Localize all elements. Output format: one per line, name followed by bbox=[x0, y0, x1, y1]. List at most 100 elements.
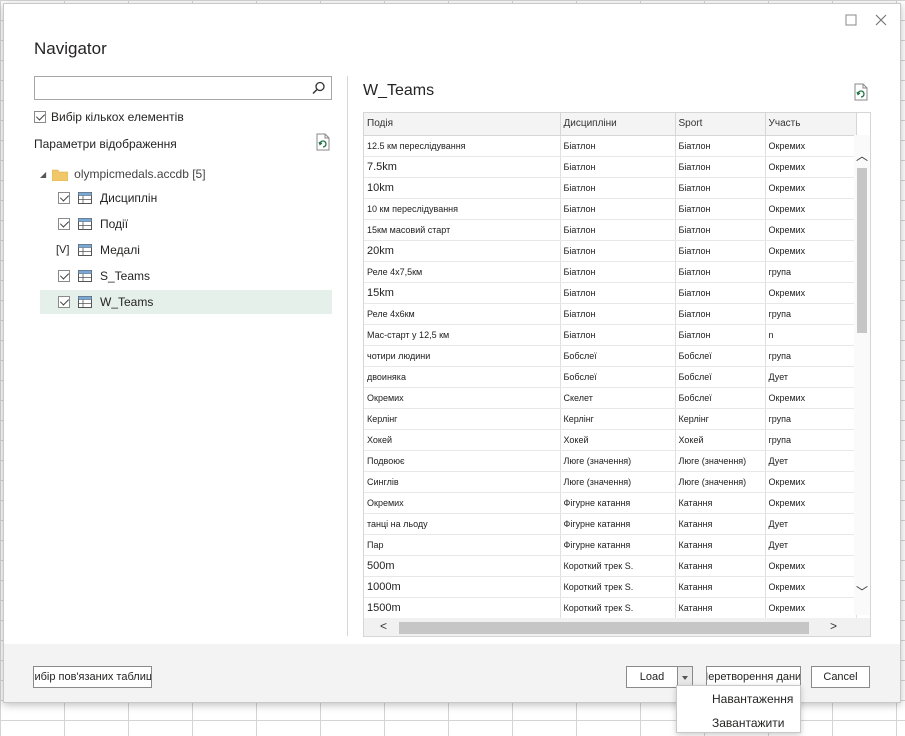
preview-refresh-icon[interactable] bbox=[853, 83, 869, 101]
table-cell: Короткий трек S. bbox=[560, 576, 676, 598]
table-row: танці на льоду Фігурне катання Катання Дует bbox=[364, 513, 857, 535]
tree-item-label: Події bbox=[100, 217, 129, 231]
tree-item-s-teams[interactable]: S_Teams bbox=[40, 264, 332, 288]
select-related-tables-button[interactable]: Вибір пов'язаних таблиць bbox=[33, 666, 152, 688]
table-cell: Окремих bbox=[364, 387, 561, 409]
search-input[interactable] bbox=[34, 76, 332, 100]
load-dropdown-menu: Навантаження Завантажити до... bbox=[676, 685, 801, 733]
tree-item-checkbox[interactable] bbox=[58, 296, 70, 308]
refresh-icon[interactable] bbox=[315, 133, 331, 151]
scroll-left-icon[interactable]: < bbox=[380, 619, 387, 633]
table-icon bbox=[78, 218, 92, 230]
vertical-scrollbar[interactable]: ︿ ﹀ bbox=[854, 135, 870, 615]
table-cell: Фігурне катання bbox=[560, 513, 676, 535]
table-cell: Окремих bbox=[765, 156, 857, 178]
table-cell: Керлінг bbox=[560, 408, 676, 430]
table-cell: Дует bbox=[765, 534, 857, 556]
table-icon bbox=[78, 244, 92, 256]
table-cell: Окремих bbox=[765, 177, 857, 199]
maximize-icon[interactable] bbox=[840, 9, 862, 31]
table-cell: Окремих bbox=[765, 387, 857, 409]
table-row: двоиняка Бобслеї Бобслеї Дует bbox=[364, 366, 857, 388]
table-cell: Біатлон bbox=[675, 324, 766, 346]
table-cell: Окремих bbox=[765, 282, 857, 304]
tree-item-podii[interactable]: Події bbox=[40, 212, 332, 236]
table-cell: Реле 4x6км bbox=[364, 303, 561, 325]
table-cell: Подвоює bbox=[364, 450, 561, 472]
table-row: 1000m Короткий трек S. Катання Окремих bbox=[364, 576, 857, 598]
menu-item-load[interactable]: Навантаження bbox=[677, 688, 800, 710]
table-row: Мас-старт у 12,5 км Біатлон Біатлон n bbox=[364, 324, 857, 346]
table-cell: Окремих bbox=[765, 198, 857, 220]
table-cell: Біатлон bbox=[560, 303, 676, 325]
table-cell: 500m bbox=[364, 555, 561, 577]
table-cell: Фігурне катання bbox=[560, 492, 676, 514]
horizontal-scrollbar[interactable]: < > bbox=[364, 618, 870, 636]
table-cell: Фігурне катання bbox=[560, 534, 676, 556]
scroll-up-icon[interactable]: ︿ bbox=[856, 147, 868, 164]
table-cell: Керлінг bbox=[364, 408, 561, 430]
table-cell: Люге (значення) bbox=[675, 450, 766, 472]
column-header[interactable]: Участь bbox=[765, 113, 857, 136]
table-cell: Хокей bbox=[560, 429, 676, 451]
table-cell: Люге (значення) bbox=[560, 450, 676, 472]
dialog-title: Navigator bbox=[34, 39, 107, 58]
column-header[interactable]: Sport bbox=[675, 113, 766, 136]
table-row: Синглів Люге (значення) Люге (значення) Окр… bbox=[364, 471, 857, 493]
menu-item-load-to[interactable]: Завантажити до... bbox=[677, 712, 800, 734]
table-cell: Біатлон bbox=[675, 135, 766, 157]
table-cell: група bbox=[765, 408, 857, 430]
table-cell: Катання bbox=[675, 597, 766, 619]
table-cell: Окремих bbox=[765, 576, 857, 598]
table-cell: 7.5km bbox=[364, 156, 561, 178]
preview-table-container: Подія Дисципліни Sport Участь 12.5 км пе… bbox=[363, 112, 871, 637]
table-cell: Біатлон bbox=[560, 135, 676, 157]
vertical-scroll-thumb[interactable] bbox=[857, 168, 867, 333]
column-header[interactable]: Дисципліни bbox=[560, 113, 676, 136]
tree-item-medali[interactable]: [V] Медалі bbox=[40, 238, 332, 262]
table-cell: група bbox=[765, 345, 857, 367]
tree-item-checkbox[interactable] bbox=[58, 192, 70, 204]
preview-table: Подія Дисципліни Sport Участь 12.5 км пе… bbox=[364, 113, 857, 619]
load-button[interactable]: Load bbox=[626, 666, 678, 688]
table-cell: Короткий трек S. bbox=[560, 555, 676, 577]
display-options-menu[interactable]: Параметри відображення bbox=[34, 137, 177, 151]
scroll-right-icon[interactable]: > bbox=[830, 619, 837, 633]
close-icon[interactable] bbox=[870, 9, 892, 31]
table-cell: Катання bbox=[675, 492, 766, 514]
tree-item-w-teams[interactable]: W_Teams bbox=[40, 290, 332, 314]
table-cell: Люге (значення) bbox=[675, 471, 766, 493]
table-cell: Біатлон bbox=[560, 177, 676, 199]
tree-item-checkbox[interactable] bbox=[58, 218, 70, 230]
table-cell: Бобслеї bbox=[675, 387, 766, 409]
cancel-button[interactable]: Cancel bbox=[811, 666, 870, 688]
table-row: 15km Біатлон Біатлон Окремих bbox=[364, 282, 857, 304]
table-row: 1500m Короткий трек S. Катання Окремих bbox=[364, 597, 857, 619]
tree-item-dyscyplin[interactable]: Дисциплін bbox=[40, 186, 332, 210]
table-row: Керлінг Керлінг Керлінг група bbox=[364, 408, 857, 430]
table-row: Реле 4x6км Біатлон Біатлон група bbox=[364, 303, 857, 325]
scroll-down-icon[interactable]: ﹀ bbox=[856, 583, 868, 600]
column-header[interactable]: Подія bbox=[364, 113, 561, 136]
tree-root[interactable]: ◢ olympicmedals.accdb [5] bbox=[40, 164, 332, 184]
table-row: Подвоює Люге (значення) Люге (значення) Дуе… bbox=[364, 450, 857, 472]
table-cell: Реле 4x7,5км bbox=[364, 261, 561, 283]
table-row: 500m Короткий трек S. Катання Окремих bbox=[364, 555, 857, 577]
table-cell: Синглів bbox=[364, 471, 561, 493]
horizontal-scroll-thumb[interactable] bbox=[399, 622, 809, 634]
pane-divider[interactable] bbox=[347, 76, 348, 636]
tree-item-checkbox[interactable] bbox=[58, 270, 70, 282]
collapse-arrow-icon[interactable]: ◢ bbox=[40, 170, 46, 179]
table-cell: Окремих bbox=[765, 471, 857, 493]
navigator-tree: ◢ olympicmedals.accdb [5] Дисциплін Поді… bbox=[40, 164, 332, 314]
table-row: 20km Біатлон Біатлон Окремих bbox=[364, 240, 857, 262]
tree-root-label: olympicmedals.accdb [5] bbox=[74, 167, 206, 181]
multi-select-checkbox[interactable] bbox=[34, 111, 46, 123]
table-cell: Хокей bbox=[675, 429, 766, 451]
search-icon[interactable] bbox=[312, 81, 326, 95]
table-row: чотири людини Бобслеї Бобслеї група bbox=[364, 345, 857, 367]
multi-select-toggle[interactable]: Вибір кількох елементів bbox=[34, 110, 184, 124]
partial-check-marker[interactable]: [V] bbox=[56, 244, 70, 256]
table-cell: Бобслеї bbox=[675, 345, 766, 367]
table-cell: Бобслеї bbox=[560, 345, 676, 367]
